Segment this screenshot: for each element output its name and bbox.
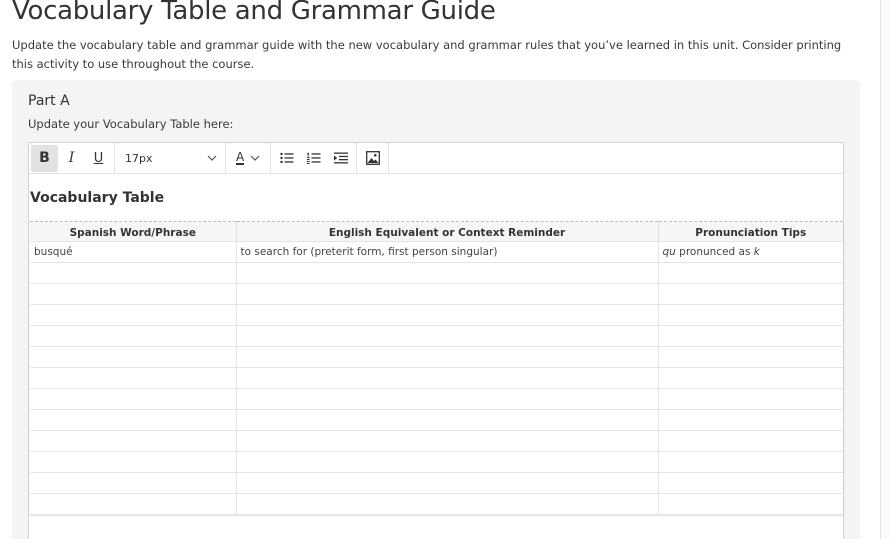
table-cell-english[interactable] (235, 304, 659, 326)
table-cell-pronunciation[interactable] (657, 430, 843, 452)
text-color-icon: A (236, 150, 245, 165)
table-cell-english[interactable] (235, 325, 659, 347)
numbered-list-button[interactable] (300, 145, 327, 172)
table-cell-spanish[interactable] (30, 262, 237, 284)
rich-text-editor[interactable]: B I U 17px A Vocabulary Table Spanish Wo… (28, 142, 844, 539)
vocabulary-table[interactable]: Spanish Word/Phrase English Equivalent o… (30, 221, 843, 515)
table-cell-pronunciation[interactable] (657, 262, 843, 284)
table-row[interactable] (30, 430, 843, 452)
chevron-down-icon (207, 155, 217, 161)
table-cell-spanish[interactable] (30, 472, 237, 494)
scrollbar-track[interactable] (881, 0, 889, 539)
table-row[interactable] (30, 472, 843, 494)
text-color-button[interactable]: A (226, 143, 270, 174)
table-row[interactable] (30, 493, 843, 515)
table-header-row: Spanish Word/Phrase English Equivalent o… (30, 221, 843, 242)
table-cell-pronunciation[interactable] (657, 472, 843, 494)
table-cell-spanish[interactable] (30, 451, 237, 473)
chevron-down-icon (250, 155, 260, 161)
table-cell-pronunciation[interactable]: qu pronunced as k (657, 241, 843, 263)
insert-image-button[interactable] (359, 145, 386, 172)
table-cell-spanish[interactable] (30, 367, 237, 389)
table-cell-pronunciation[interactable] (657, 451, 843, 473)
underline-button[interactable]: U (85, 145, 112, 172)
insert-group (357, 143, 388, 174)
toolbar-divider (388, 142, 390, 174)
table-row[interactable] (30, 262, 843, 284)
bullet-list-button[interactable] (273, 145, 300, 172)
image-icon (365, 151, 380, 165)
table-cell-spanish[interactable] (30, 346, 237, 368)
table-cell-spanish[interactable] (30, 325, 237, 347)
table-cell-english[interactable] (235, 346, 659, 368)
table-cell-pronunciation[interactable] (657, 409, 843, 431)
tip-italic-text: qu (662, 246, 676, 258)
table-cell-spanish[interactable] (30, 388, 237, 410)
table-cell-english[interactable] (235, 430, 659, 452)
indent-icon (333, 152, 348, 164)
table-cell-spanish[interactable] (30, 409, 237, 431)
page-title: Vocabulary Table and Grammar Guide (12, 0, 496, 26)
table-cell-english[interactable] (235, 388, 659, 410)
indent-button[interactable] (327, 145, 354, 172)
table-cell-english[interactable]: to search for (preterit form, first pers… (235, 241, 659, 263)
part-a-card: Part A Update your Vocabulary Table here… (12, 80, 860, 539)
table-row[interactable] (30, 367, 843, 389)
table-row[interactable] (30, 451, 843, 473)
bold-button[interactable]: B (31, 144, 58, 172)
table-row[interactable] (30, 325, 843, 347)
font-size-value: 17px (125, 151, 153, 165)
underline-icon: U (93, 150, 104, 166)
table-cell-pronunciation[interactable] (657, 346, 843, 368)
column-header-english: English Equivalent or Context Reminder (236, 221, 659, 242)
part-a-title: Part A (28, 93, 70, 109)
font-size-select[interactable]: 17px (115, 143, 225, 174)
vocabulary-table-heading: Vocabulary Table (30, 190, 165, 206)
table-cell-english[interactable] (235, 367, 659, 389)
table-cell-english[interactable] (235, 262, 659, 284)
table-cell-english[interactable] (235, 493, 659, 515)
table-cell-english[interactable] (235, 283, 659, 305)
table-cell-spanish[interactable] (30, 304, 237, 326)
table-row[interactable] (30, 388, 843, 410)
table-cell-spanish[interactable] (30, 493, 237, 515)
table-cell-english[interactable] (235, 472, 659, 494)
table-cell-spanish[interactable] (30, 283, 237, 305)
table-cell-spanish[interactable]: busqué (30, 241, 237, 263)
numbered-list-icon (306, 152, 321, 164)
part-a-instruction: Update your Vocabulary Table here: (28, 117, 234, 131)
tip-text: pronunced as (675, 246, 754, 258)
column-header-spanish: Spanish Word/Phrase (30, 221, 237, 242)
page-intro: Update the vocabulary table and grammar … (12, 38, 842, 71)
table-cell-pronunciation[interactable] (657, 493, 843, 515)
list-group (271, 143, 356, 174)
table-cell-spanish[interactable] (30, 430, 237, 452)
italic-icon: I (68, 150, 75, 166)
column-header-pronunciation: Pronunciation Tips (658, 221, 843, 242)
table-cell-english[interactable] (235, 409, 659, 431)
table-cell-pronunciation[interactable] (657, 283, 843, 305)
editor-toolbar: B I U 17px A (29, 142, 843, 174)
table-cell-pronunciation[interactable] (657, 388, 843, 410)
format-group: B I U (29, 143, 114, 174)
table-cell-pronunciation[interactable] (657, 325, 843, 347)
table-cell-pronunciation[interactable] (657, 367, 843, 389)
tip-italic-text: k (753, 246, 760, 258)
table-row[interactable] (30, 346, 843, 368)
table-row[interactable] (30, 283, 843, 305)
bullet-list-icon (280, 152, 294, 164)
table-row[interactable] (30, 304, 843, 326)
table-cell-pronunciation[interactable] (657, 304, 843, 326)
table-cell-english[interactable] (235, 451, 659, 473)
table-row[interactable]: busqué to search for (preterit form, fir… (30, 241, 843, 263)
bold-icon: B (39, 150, 50, 166)
table-row[interactable] (30, 409, 843, 431)
italic-button[interactable]: I (58, 145, 85, 172)
